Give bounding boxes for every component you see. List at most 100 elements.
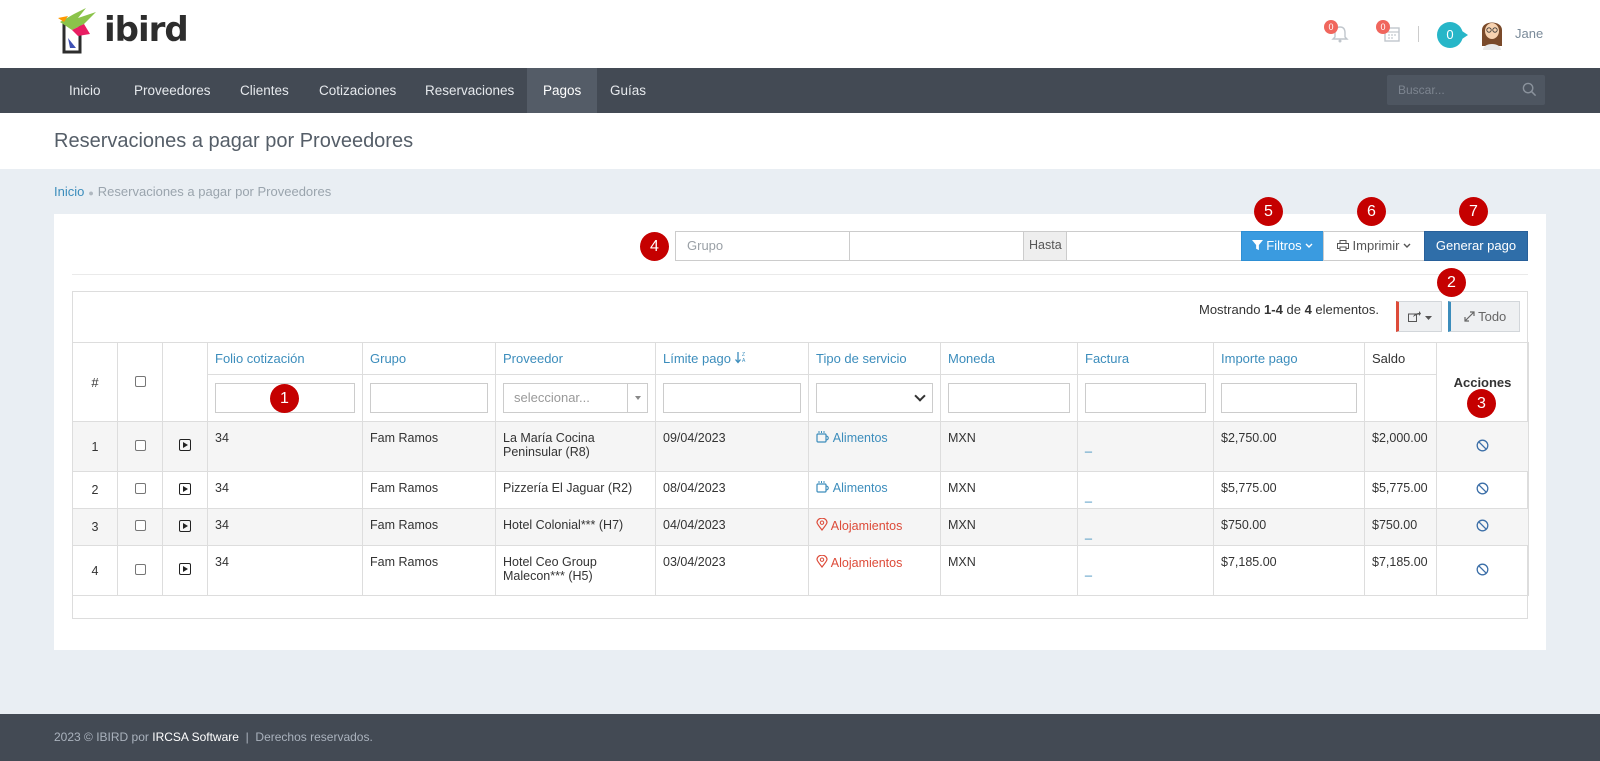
cell-grupo: Fam Ramos [362, 508, 496, 546]
column-limite-pago-label: Límite pago [663, 351, 731, 366]
toggle-all-button[interactable]: Todo [1448, 301, 1520, 332]
annotation-marker-5: 5 [1254, 197, 1283, 226]
toolbar-divider [72, 274, 1528, 275]
importe-filter-cell [1213, 374, 1365, 422]
cell-saldo: $7,185.00 [1364, 545, 1437, 596]
annotation-marker-7: 7 [1459, 197, 1488, 226]
cell-folio: 34 [207, 421, 363, 472]
payments-table: # Folio cotización Grupo Proveedor Límit… [72, 342, 1529, 596]
row-expand-cell [162, 545, 208, 596]
proveedor-filter-cell: seleccionar... [495, 374, 656, 422]
print-label: Imprimir [1352, 238, 1400, 253]
service-type-label: Alimentos [832, 481, 888, 495]
grupo-filter-input[interactable] [370, 383, 488, 413]
annotation-marker-1: 1 [270, 384, 299, 413]
nav-item-cotizaciones[interactable]: Cotizaciones [303, 68, 412, 113]
row-number: 3 [72, 508, 118, 546]
footer-rights: Derechos reservados. [255, 730, 373, 744]
filters-button[interactable]: Filtros [1241, 231, 1324, 261]
expand-row-icon[interactable] [179, 563, 191, 575]
column-grupo[interactable]: Grupo [362, 342, 496, 375]
cell-saldo: $5,775.00 [1364, 471, 1437, 509]
expand-row-icon[interactable] [179, 482, 191, 495]
breadcrumb-inicio-link[interactable]: Inicio [54, 184, 84, 199]
row-checkbox-cell [117, 508, 163, 546]
service-type-link[interactable]: Alojamientos [816, 554, 903, 570]
date-to-input[interactable] [1066, 231, 1242, 261]
column-proveedor[interactable]: Proveedor [495, 342, 656, 375]
print-button[interactable]: Imprimir [1323, 231, 1425, 261]
row-checkbox[interactable] [134, 520, 146, 531]
invoice-link[interactable]: _ [1085, 563, 1092, 577]
select-all-checkbox[interactable] [134, 375, 146, 387]
row-checkbox[interactable] [134, 439, 146, 451]
table-row[interactable]: 1 34 Fam Ramos La María Cocina Peninsular (… [72, 421, 1529, 472]
table-row[interactable]: 3 34 Fam Ramos Hotel Colonial*** (H7) 04/04/… [72, 508, 1529, 546]
nav-item-inicio[interactable]: Inicio [53, 68, 117, 113]
expand-row-icon[interactable] [179, 439, 191, 451]
column-limite-pago[interactable]: Límite pago ZA [655, 342, 809, 375]
group-filter-input[interactable]: Grupo [675, 231, 850, 261]
chat-count-button[interactable]: 0 [1437, 22, 1468, 48]
cancel-icon[interactable] [1476, 563, 1489, 576]
nav-item-reservaciones[interactable]: Reservaciones [409, 68, 530, 113]
export-button[interactable] [1396, 301, 1442, 332]
column-importe-pago[interactable]: Importe pago [1213, 342, 1365, 375]
nav-item-pagos[interactable]: Pagos [527, 68, 598, 113]
select-caret-icon [627, 384, 647, 412]
generate-payment-button[interactable]: Generar pago [1424, 231, 1528, 261]
notifications-button[interactable]: 0 [1324, 20, 1352, 46]
cancel-icon[interactable] [1476, 439, 1489, 452]
hummingbird-logo-icon [58, 8, 96, 54]
printer-icon [1336, 240, 1349, 251]
invoice-link[interactable]: _ [1085, 526, 1092, 540]
calendar-button[interactable]: 0 [1376, 20, 1404, 46]
row-checkbox[interactable] [134, 563, 146, 575]
service-type-link[interactable]: Alojamientos [816, 517, 902, 533]
chevron-down-icon [1403, 243, 1411, 248]
cancel-icon[interactable] [1476, 519, 1489, 532]
moneda-filter-input[interactable] [948, 383, 1070, 413]
row-checkbox-cell [117, 421, 163, 472]
proveedor-filter-select[interactable]: seleccionar... [503, 383, 648, 413]
cancel-icon[interactable] [1476, 482, 1489, 495]
row-expand-cell [162, 471, 208, 509]
brand-logo[interactable]: ibird [56, 4, 189, 56]
service-type-link[interactable]: Alimentos [816, 431, 888, 445]
brand-name: ibird [104, 10, 189, 50]
cell-folio: 34 [207, 545, 363, 596]
filters-label: Filtros [1266, 238, 1302, 253]
column-tipo-servicio[interactable]: Tipo de servicio [808, 342, 941, 375]
invoice-link[interactable]: _ [1085, 489, 1092, 503]
global-search-input[interactable]: Buscar... [1387, 75, 1545, 105]
username-label[interactable]: Jane [1515, 26, 1543, 41]
expand-row-icon[interactable] [179, 519, 191, 532]
footer-company-link[interactable]: IRCSA Software [152, 730, 239, 744]
row-checkbox[interactable] [134, 483, 146, 494]
column-factura[interactable]: Factura [1077, 342, 1214, 375]
grid-summary: Mostrando 1-4 de 4 elementos. [1199, 302, 1379, 317]
row-number: 1 [72, 421, 118, 472]
cell-factura: _ [1077, 421, 1214, 472]
cell-factura: _ [1077, 508, 1214, 546]
invoice-link[interactable]: _ [1085, 439, 1092, 453]
breadcrumb: Inicio ● Reservaciones a pagar por Proveed… [54, 184, 331, 199]
table-row[interactable]: 4 34 Fam Ramos Hotel Ceo Group Malecon*** (… [72, 545, 1529, 596]
date-from-input[interactable] [849, 231, 1024, 261]
service-type-label: Alojamientos [830, 556, 903, 570]
nav-item-proveedores[interactable]: Proveedores [118, 68, 227, 113]
service-type-link[interactable]: Alimentos [816, 481, 888, 495]
servicio-filter-select[interactable] [816, 383, 933, 413]
factura-filter-input[interactable] [1085, 383, 1206, 413]
row-expand-cell [162, 508, 208, 546]
nav-item-clientes[interactable]: Clientes [224, 68, 305, 113]
table-row[interactable]: 2 34 Fam Ramos Pizzería El Jaguar (R2) 08/04… [72, 471, 1529, 509]
importe-filter-input[interactable] [1221, 383, 1357, 413]
summary-prefix: Mostrando [1199, 302, 1261, 317]
nav-item-guias[interactable]: Guías [594, 68, 662, 113]
limite-filter-input[interactable] [663, 383, 801, 413]
column-moneda[interactable]: Moneda [940, 342, 1078, 375]
cell-importe-pago: $2,750.00 [1213, 421, 1365, 472]
column-folio-cotizacion[interactable]: Folio cotización [207, 342, 363, 375]
user-avatar[interactable] [1479, 16, 1505, 50]
